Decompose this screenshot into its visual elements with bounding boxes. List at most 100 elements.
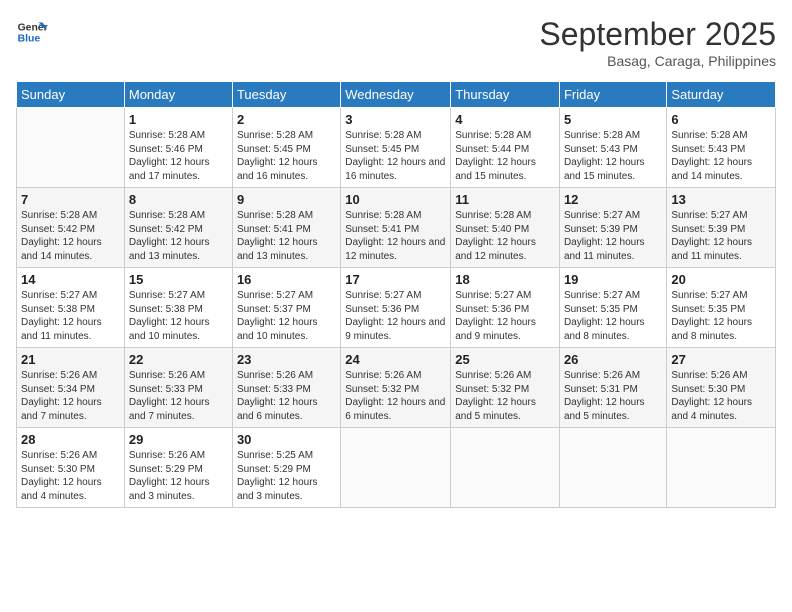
day-number: 13 — [671, 192, 771, 207]
day-number: 14 — [21, 272, 120, 287]
calendar-cell — [17, 108, 125, 188]
day-info: Sunrise: 5:28 AMSunset: 5:46 PMDaylight:… — [129, 129, 228, 183]
calendar-cell: 13 Sunrise: 5:27 AMSunset: 5:39 PMDayligh… — [667, 188, 776, 268]
calendar-cell — [341, 428, 451, 508]
day-info: Sunrise: 5:27 AMSunset: 5:38 PMDaylight:… — [21, 289, 120, 343]
calendar-week-3: 14 Sunrise: 5:27 AMSunset: 5:38 PMDayligh… — [17, 268, 776, 348]
calendar-cell: 11Sunrise: 5:28 AMSunset: 5:40 PMDayligh… — [451, 188, 560, 268]
calendar-week-1: 1 Sunrise: 5:28 AMSunset: 5:46 PMDaylight… — [17, 108, 776, 188]
calendar-cell: 21 Sunrise: 5:26 AMSunset: 5:34 PMDayligh… — [17, 348, 125, 428]
calendar-cell: 5 Sunrise: 5:28 AMSunset: 5:43 PMDaylight… — [559, 108, 666, 188]
day-number: 24 — [345, 352, 446, 367]
calendar-cell: 16 Sunrise: 5:27 AMSunset: 5:37 PMDayligh… — [232, 268, 340, 348]
day-info: Sunrise: 5:28 AMSunset: 5:43 PMDaylight:… — [671, 129, 771, 183]
calendar-cell: 12 Sunrise: 5:27 AMSunset: 5:39 PMDayligh… — [559, 188, 666, 268]
title-block: September 2025 Basag, Caraga, Philippine… — [539, 16, 776, 69]
calendar-week-5: 28 Sunrise: 5:26 AMSunset: 5:30 PMDayligh… — [17, 428, 776, 508]
calendar-cell: 26Sunrise: 5:26 AMSunset: 5:31 PMDayligh… — [559, 348, 666, 428]
calendar-cell: 9 Sunrise: 5:28 AMSunset: 5:41 PMDaylight… — [232, 188, 340, 268]
day-info: Sunrise: 5:26 AMSunset: 5:31 PMDaylight:… — [564, 369, 662, 423]
day-info: Sunrise: 5:28 AMSunset: 5:45 PMDaylight:… — [345, 129, 446, 183]
day-info: Sunrise: 5:27 AMSunset: 5:39 PMDaylight:… — [671, 209, 771, 263]
col-header-friday: Friday — [559, 82, 666, 108]
calendar-cell: 10Sunrise: 5:28 AMSunset: 5:41 PMDayligh… — [341, 188, 451, 268]
day-info: Sunrise: 5:28 AMSunset: 5:45 PMDaylight:… — [237, 129, 336, 183]
day-info: Sunrise: 5:26 AMSunset: 5:29 PMDaylight:… — [129, 449, 228, 503]
calendar-cell: 30 Sunrise: 5:25 AMSunset: 5:29 PMDayligh… — [232, 428, 340, 508]
day-number: 23 — [237, 352, 336, 367]
col-header-monday: Monday — [124, 82, 232, 108]
calendar-cell: 7 Sunrise: 5:28 AMSunset: 5:42 PMDaylight… — [17, 188, 125, 268]
calendar-cell — [451, 428, 560, 508]
calendar-cell: 4 Sunrise: 5:28 AMSunset: 5:44 PMDaylight… — [451, 108, 560, 188]
day-number: 20 — [671, 272, 771, 287]
logo: General Blue — [16, 16, 48, 48]
day-info: Sunrise: 5:27 AMSunset: 5:37 PMDaylight:… — [237, 289, 336, 343]
calendar-week-4: 21 Sunrise: 5:26 AMSunset: 5:34 PMDayligh… — [17, 348, 776, 428]
day-info: Sunrise: 5:28 AMSunset: 5:42 PMDaylight:… — [21, 209, 120, 263]
day-info: Sunrise: 5:28 AMSunset: 5:43 PMDaylight:… — [564, 129, 662, 183]
day-info: Sunrise: 5:28 AMSunset: 5:44 PMDaylight:… — [455, 129, 555, 183]
day-number: 29 — [129, 432, 228, 447]
day-info: Sunrise: 5:26 AMSunset: 5:30 PMDaylight:… — [671, 369, 771, 423]
day-info: Sunrise: 5:26 AMSunset: 5:33 PMDaylight:… — [129, 369, 228, 423]
day-number: 2 — [237, 112, 336, 127]
day-number: 16 — [237, 272, 336, 287]
calendar-cell: 14 Sunrise: 5:27 AMSunset: 5:38 PMDayligh… — [17, 268, 125, 348]
day-number: 28 — [21, 432, 120, 447]
day-number: 22 — [129, 352, 228, 367]
day-number: 5 — [564, 112, 662, 127]
calendar-cell: 8Sunrise: 5:28 AMSunset: 5:42 PMDaylight… — [124, 188, 232, 268]
calendar-cell: 3Sunrise: 5:28 AMSunset: 5:45 PMDaylight… — [341, 108, 451, 188]
day-number: 17 — [345, 272, 446, 287]
day-info: Sunrise: 5:27 AMSunset: 5:35 PMDaylight:… — [564, 289, 662, 343]
col-header-saturday: Saturday — [667, 82, 776, 108]
calendar-cell: 28 Sunrise: 5:26 AMSunset: 5:30 PMDayligh… — [17, 428, 125, 508]
day-number: 12 — [564, 192, 662, 207]
logo-icon: General Blue — [16, 16, 48, 48]
day-number: 9 — [237, 192, 336, 207]
calendar-cell: 17 Sunrise: 5:27 AMSunset: 5:36 PMDayligh… — [341, 268, 451, 348]
day-number: 25 — [455, 352, 555, 367]
calendar-cell — [667, 428, 776, 508]
calendar-cell: 18 Sunrise: 5:27 AMSunset: 5:36 PMDayligh… — [451, 268, 560, 348]
day-number: 1 — [129, 112, 228, 127]
calendar-header-row: SundayMondayTuesdayWednesdayThursdayFrid… — [17, 82, 776, 108]
calendar-cell: 23Sunrise: 5:26 AMSunset: 5:33 PMDayligh… — [232, 348, 340, 428]
day-number: 7 — [21, 192, 120, 207]
calendar-cell: 27 Sunrise: 5:26 AMSunset: 5:30 PMDayligh… — [667, 348, 776, 428]
calendar-cell: 25Sunrise: 5:26 AMSunset: 5:32 PMDayligh… — [451, 348, 560, 428]
day-info: Sunrise: 5:27 AMSunset: 5:35 PMDaylight:… — [671, 289, 771, 343]
month-title: September 2025 — [539, 16, 776, 53]
day-number: 18 — [455, 272, 555, 287]
day-number: 30 — [237, 432, 336, 447]
day-info: Sunrise: 5:27 AMSunset: 5:36 PMDaylight:… — [455, 289, 555, 343]
col-header-wednesday: Wednesday — [341, 82, 451, 108]
day-info: Sunrise: 5:25 AMSunset: 5:29 PMDaylight:… — [237, 449, 336, 503]
day-info: Sunrise: 5:27 AMSunset: 5:39 PMDaylight:… — [564, 209, 662, 263]
day-number: 11 — [455, 192, 555, 207]
calendar-cell: 15Sunrise: 5:27 AMSunset: 5:38 PMDayligh… — [124, 268, 232, 348]
day-info: Sunrise: 5:26 AMSunset: 5:34 PMDaylight:… — [21, 369, 120, 423]
page-header: General Blue September 2025 Basag, Carag… — [16, 16, 776, 69]
calendar-table: SundayMondayTuesdayWednesdayThursdayFrid… — [16, 81, 776, 508]
day-info: Sunrise: 5:26 AMSunset: 5:32 PMDaylight:… — [345, 369, 446, 423]
day-number: 21 — [21, 352, 120, 367]
day-info: Sunrise: 5:28 AMSunset: 5:41 PMDaylight:… — [237, 209, 336, 263]
day-number: 15 — [129, 272, 228, 287]
calendar-cell: 20 Sunrise: 5:27 AMSunset: 5:35 PMDayligh… — [667, 268, 776, 348]
day-number: 27 — [671, 352, 771, 367]
day-number: 4 — [455, 112, 555, 127]
day-info: Sunrise: 5:27 AMSunset: 5:36 PMDaylight:… — [345, 289, 446, 343]
calendar-cell: 6Sunrise: 5:28 AMSunset: 5:43 PMDaylight… — [667, 108, 776, 188]
calendar-cell: 22 Sunrise: 5:26 AMSunset: 5:33 PMDayligh… — [124, 348, 232, 428]
day-number: 10 — [345, 192, 446, 207]
calendar-cell: 29 Sunrise: 5:26 AMSunset: 5:29 PMDayligh… — [124, 428, 232, 508]
calendar-cell: 19Sunrise: 5:27 AMSunset: 5:35 PMDayligh… — [559, 268, 666, 348]
location-subtitle: Basag, Caraga, Philippines — [539, 53, 776, 69]
day-info: Sunrise: 5:28 AMSunset: 5:42 PMDaylight:… — [129, 209, 228, 263]
day-info: Sunrise: 5:26 AMSunset: 5:30 PMDaylight:… — [21, 449, 120, 503]
calendar-cell: 24 Sunrise: 5:26 AMSunset: 5:32 PMDayligh… — [341, 348, 451, 428]
calendar-cell: 2 Sunrise: 5:28 AMSunset: 5:45 PMDaylight… — [232, 108, 340, 188]
col-header-tuesday: Tuesday — [232, 82, 340, 108]
